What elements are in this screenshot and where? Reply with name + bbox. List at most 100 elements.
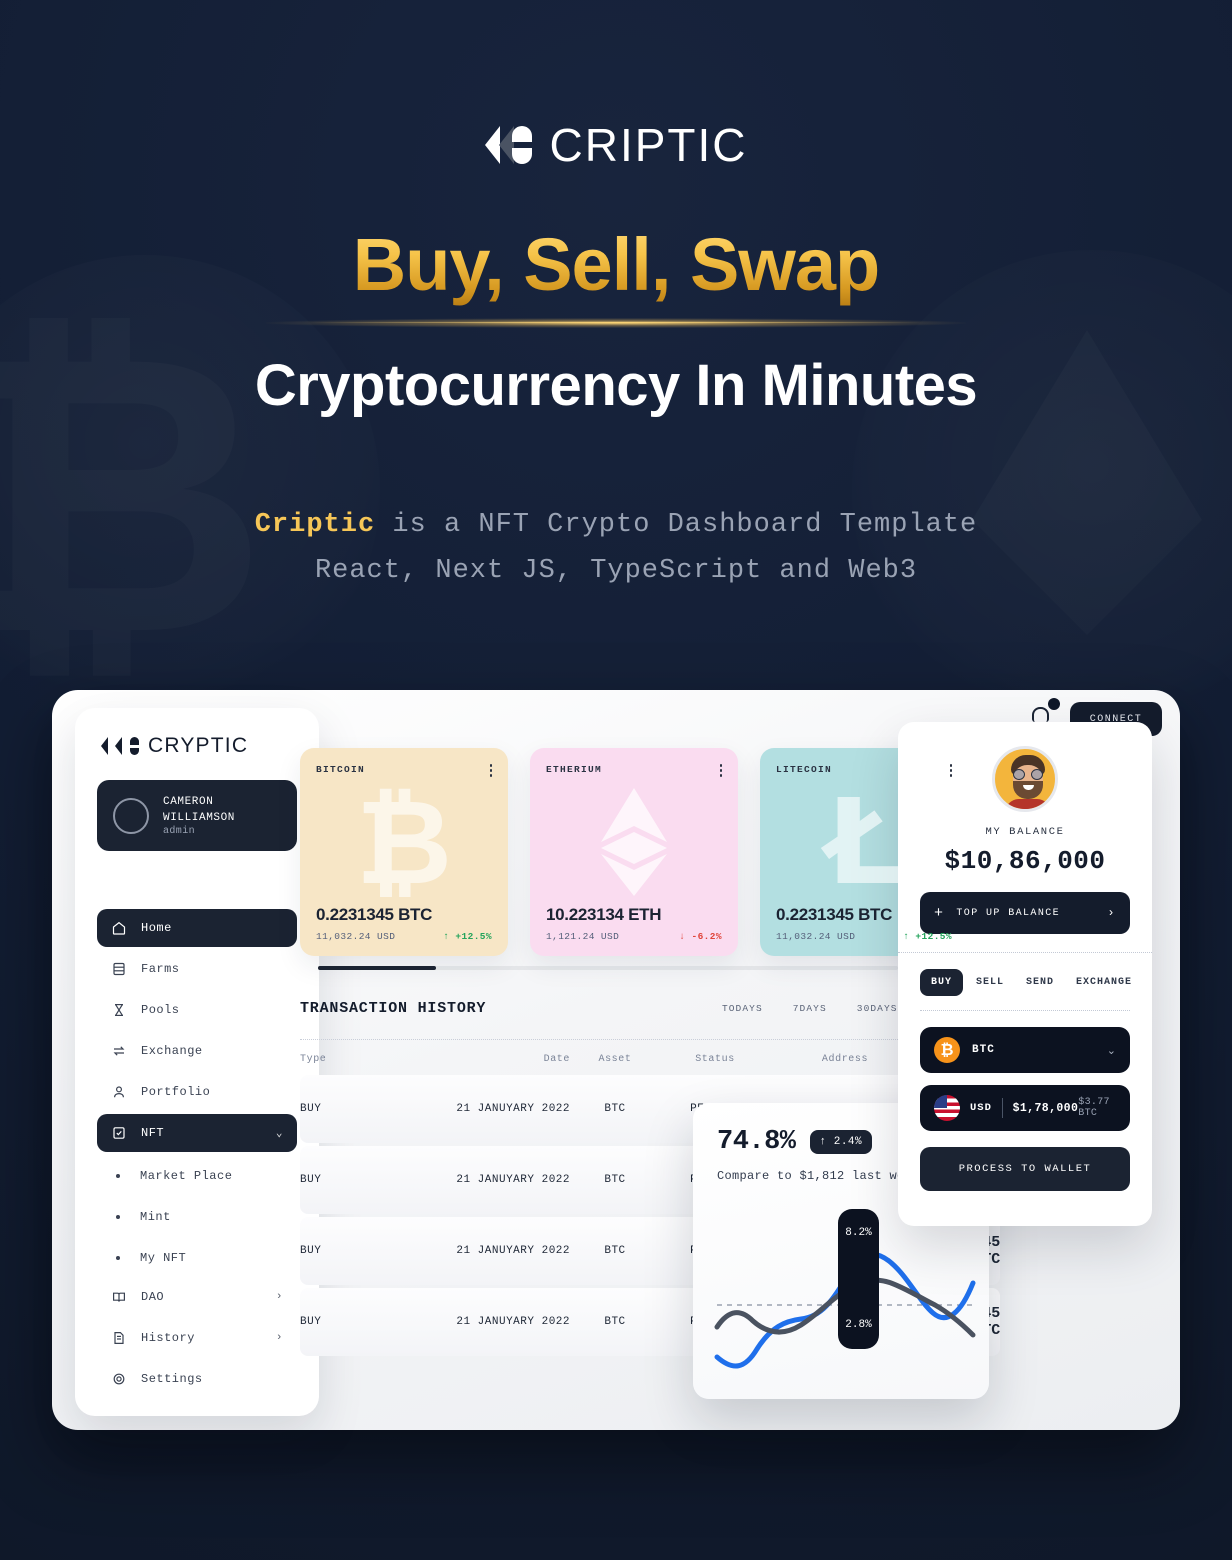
cards-scrollbar[interactable] <box>318 966 898 970</box>
chevron-down-icon: ⌄ <box>275 1128 283 1140</box>
headline-glow-divider <box>266 318 966 328</box>
tab-buy[interactable]: BUY <box>920 969 964 996</box>
exchange-icon <box>113 1046 125 1056</box>
chevron-down-icon: ⌄ <box>1106 1044 1116 1057</box>
headline-white: Cryptocurrency In Minutes <box>254 353 978 418</box>
promo-page: ₿ CRIPTIC Buy, Sell, Swap Cryptocurrency… <box>0 0 1232 1560</box>
chart-tooltip: 8.2% 2.8% <box>838 1209 879 1349</box>
sidebar-item-home[interactable]: Home <box>97 909 297 947</box>
fiat-amount-row[interactable]: USD $1,78,000 $3.77 BTC <box>920 1085 1130 1131</box>
fiat-currency: USD <box>970 1102 992 1114</box>
coin-select-label: BTC <box>972 1044 995 1056</box>
cards-scrollbar-thumb[interactable] <box>318 966 436 970</box>
filter-todays[interactable]: TODAYS <box>712 995 773 1022</box>
coin-title-etherium: ETHERIUM <box>546 764 603 775</box>
sidebar-nav: Home Farms Pools Exchange Portfolio NFT <box>97 909 297 1401</box>
coin-card-bitcoin[interactable]: BITCOIN ₿ 0.2231345 BTC 11,032.24 USD ↑ … <box>300 748 508 956</box>
sidebar-subitem-market-place[interactable]: Market Place <box>97 1155 297 1196</box>
sidebar-label-dao: DAO <box>141 1290 165 1304</box>
tab-exchange[interactable]: EXCHANGE <box>1067 969 1141 996</box>
cell-asset: BTC <box>604 1103 626 1115</box>
history-icon <box>114 1332 124 1344</box>
subtitle-line1: is a NFT Crypto Dashboard Template <box>375 510 978 540</box>
sidebar-item-portfolio[interactable]: Portfolio <box>97 1073 297 1111</box>
coin-title-litecoin: LITECOIN <box>776 764 833 775</box>
chevron-right-icon: › <box>275 1291 283 1303</box>
cell-date: 21 JANUYARY 2022 <box>456 1316 570 1328</box>
coin-change-litecoin: ↑ +12.5% <box>903 931 952 942</box>
column-header-type: Type <box>300 1054 327 1065</box>
kebab-menu-icon[interactable] <box>719 764 722 777</box>
transaction-history-title: TRANSACTION HISTORY <box>300 1000 487 1017</box>
cell-date: 21 JANUYARY 2022 <box>456 1174 570 1186</box>
cell-asset: BTC <box>604 1174 626 1186</box>
subtitle-accent: Criptic <box>254 510 376 540</box>
ethereum-glyph-icon <box>530 784 738 900</box>
column-header-date: Date <box>543 1054 570 1065</box>
coin-card-list: BITCOIN ₿ 0.2231345 BTC 11,032.24 USD ↑ … <box>300 748 968 956</box>
tab-sell[interactable]: SELL <box>967 969 1013 996</box>
portfolio-icon <box>114 1086 124 1098</box>
coin-amount-bitcoin: 0.2231345 BTC <box>316 905 433 924</box>
user-card[interactable]: CAMERON WILLIAMSON admin <box>97 780 297 851</box>
tab-send[interactable]: SEND <box>1017 969 1063 996</box>
bullet-icon <box>116 1255 120 1260</box>
process-to-wallet-button[interactable]: PROCESS TO WALLET <box>920 1147 1130 1191</box>
brand-header: CRIPTIC <box>0 118 1232 172</box>
sidebar-item-dao[interactable]: DAO › <box>97 1278 297 1316</box>
home-icon <box>112 921 126 935</box>
avatar <box>113 797 149 834</box>
coin-usd-etherium: 1,121.24 USD <box>546 931 620 942</box>
coin-amount-etherium: 10.223134 ETH <box>546 905 662 924</box>
user-role: admin <box>163 826 196 837</box>
column-header-status: Status <box>695 1054 735 1065</box>
dao-icon <box>113 1292 125 1302</box>
divider <box>1001 1098 1003 1118</box>
chart-percent: 74.8% <box>717 1127 796 1157</box>
coin-change-etherium: ↓ -6.2% <box>679 931 722 942</box>
sidebar-item-settings[interactable]: Settings <box>97 1360 297 1398</box>
top-up-label: TOP UP BALANCE <box>956 907 1061 919</box>
coin-usd-bitcoin: 11,032.24 USD <box>316 931 396 942</box>
table-header-row: Type Date Asset Status Address Amount <box>300 1040 1000 1075</box>
wallet-tabs: BUY SELL SEND EXCHANGE <box>920 969 1131 996</box>
sidebar-subitem-my-nft[interactable]: My NFT <box>97 1237 297 1278</box>
sidebar-label-mint: Mint <box>140 1209 171 1224</box>
kebab-menu-icon[interactable] <box>489 764 492 777</box>
farms-icon <box>113 962 125 976</box>
coin-usd-litecoin: 11,032.24 USD <box>776 931 856 942</box>
chevron-right-icon: › <box>1107 906 1116 920</box>
sidebar-item-nft[interactable]: NFT ⌄ <box>97 1114 297 1152</box>
cell-type: BUY <box>300 1174 322 1186</box>
divider <box>898 952 1152 953</box>
sidebar-label-settings: Settings <box>141 1372 203 1386</box>
brand-name: CRIPTIC <box>549 119 748 171</box>
cell-date: 21 JANUYARY 2022 <box>456 1245 570 1257</box>
coin-select[interactable]: ₿ BTC ⌄ <box>920 1027 1130 1073</box>
sidebar-item-pools[interactable]: Pools <box>97 991 297 1029</box>
sidebar-item-history[interactable]: History › <box>97 1319 297 1357</box>
wallet-avatar <box>992 746 1058 812</box>
sidebar-label-exchange: Exchange <box>141 1044 203 1058</box>
chart-tooltip-high: 8.2% <box>845 1227 872 1239</box>
cell-type: BUY <box>300 1103 322 1115</box>
bullet-icon <box>116 1173 120 1178</box>
fiat-equivalent: $3.77 BTC <box>1078 1097 1110 1119</box>
headline-gold: Buy, Sell, Swap <box>0 222 1232 307</box>
gear-icon <box>113 1373 125 1385</box>
sidebar-subitem-mint[interactable]: Mint <box>97 1196 297 1237</box>
hero-subtitle: Criptic is a NFT Crypto Dashboard Templa… <box>0 502 1232 594</box>
filter-7days[interactable]: 7DAYS <box>783 995 837 1022</box>
sidebar-item-exchange[interactable]: Exchange <box>97 1032 297 1070</box>
sidebar-logo[interactable]: CRYPTIC <box>97 734 297 758</box>
kebab-menu-icon[interactable] <box>949 764 952 777</box>
sidebar-item-farms[interactable]: Farms <box>97 950 297 988</box>
coin-title-bitcoin: BITCOIN <box>316 764 366 775</box>
sidebar-logo-text: CRYPTIC <box>148 734 249 757</box>
user-name: CAMERON WILLIAMSON <box>163 796 236 824</box>
cell-asset: BTC <box>604 1316 626 1328</box>
coin-card-etherium[interactable]: ETHERIUM 10.223134 ETH 1,121.24 USD ↓ -6… <box>530 748 738 956</box>
chart-tooltip-low: 2.8% <box>845 1319 872 1331</box>
sidebar-label-history: History <box>141 1331 195 1345</box>
chevron-right-icon: › <box>275 1332 283 1344</box>
